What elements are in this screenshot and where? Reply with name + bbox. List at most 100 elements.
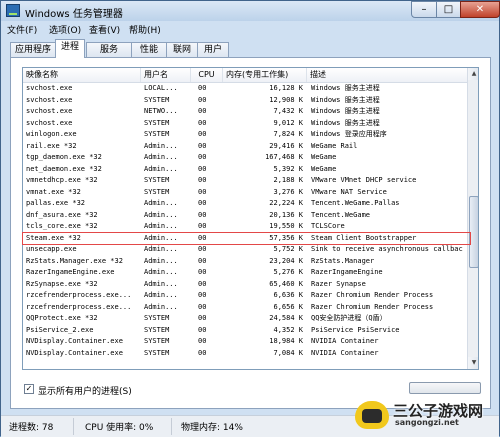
process-row[interactable]: RzSynapse.exe *32 Admin... 00 65,460 K Razer… [23,279,467,291]
process-description: TCLSCore [311,222,345,230]
close-button[interactable]: ✕ [460,1,500,18]
process-row[interactable]: tgp_daemon.exe *32 Admin... 00 167,468 K WeG… [23,152,467,164]
column-header-row: 映像名称 用户名 CPU 内存(专用工作集) 描述 [23,68,467,83]
process-description: VMware NAT Service [311,187,387,196]
process-image-name: QQProtect.exe *32 [26,314,98,322]
tab-services[interactable]: 服务 [86,42,132,57]
process-memory: 20,136 K [269,210,303,219]
process-row[interactable]: RazerIngameEngine.exe Admin... 00 5,276 K Ra… [23,267,467,279]
watermark-url: sangongzi.net [395,418,459,427]
process-memory: 4,352 K [273,325,303,334]
process-description: Razer Synapse [311,279,366,288]
process-row[interactable]: QQProtect.exe *32 SYSTEM 00 24,584 K QQ安全防护进… [23,313,467,325]
watermark: 三公子游戏网 sangongzi.net [355,397,495,433]
end-process-button[interactable] [409,382,481,394]
menu-help[interactable]: 帮助(H) [129,23,161,36]
process-row[interactable]: PsiService_2.exe SYSTEM 00 4,352 K PsiServic… [23,325,467,337]
process-row[interactable]: vmnetdhcp.exe *32 SYSTEM 00 2,188 K VMware V… [23,175,467,187]
process-row[interactable]: dnf_asura.exe *32 Admin... 00 20,136 K Tence… [23,210,467,222]
process-user-name: Admin... [144,302,178,311]
column-memory[interactable]: 内存(专用工作集) [223,68,307,82]
process-user-name: SYSTEM [144,187,170,196]
show-all-users-label[interactable]: 显示所有用户的进程(S) [38,384,132,397]
column-description[interactable]: 描述 [307,68,467,82]
process-cpu: 00 [198,256,207,265]
process-image-name: winlogon.exe [26,130,77,138]
process-row[interactable]: svchost.exe LOCAL... 00 16,128 K Windows 服务主… [23,83,467,95]
process-row[interactable]: svchost.exe SYSTEM 00 12,908 K Windows 服务主进程 [23,95,467,107]
process-memory: 167,468 K [265,153,303,161]
process-memory: 12,908 K [269,95,303,104]
tab-networking[interactable]: 联网 [166,42,198,57]
process-row[interactable]: net_daemon.exe *32 Admin... 00 5,392 K WeGam… [23,164,467,176]
process-row[interactable]: unsecapp.exe Admin... 00 5,752 K Sink to rec… [23,244,467,256]
process-cpu: 00 [198,245,207,253]
status-process-count: 进程数: 78 [9,423,54,433]
process-memory: 7,824 K [273,130,303,138]
process-list[interactable]: 映像名称 用户名 CPU 内存(专用工作集) 描述 svchost.exe LOC… [22,67,479,370]
column-cpu[interactable]: CPU [191,68,223,82]
process-user-name: Admin... [144,222,178,230]
process-cpu: 00 [198,210,207,219]
tab-applications[interactable]: 应用程序 [10,42,56,57]
process-row[interactable]: rzcefrenderprocess.exe... Admin... 00 6,656… [23,302,467,314]
process-user-name: Admin... [144,245,178,253]
process-row[interactable]: rzcefrenderprocess.exe... Admin... 00 6,636… [23,290,467,302]
window-title: Windows 任务管理器 [25,9,123,20]
process-row[interactable]: tcls_core.exe *32 Admin... 00 19,550 K TCLSC… [23,221,467,233]
process-memory: 6,636 K [273,291,303,299]
process-image-name: unsecapp.exe [26,245,77,253]
process-memory: 7,084 K [273,348,303,357]
gamepad-logo-icon [355,401,389,429]
title-bar[interactable]: Windows 任务管理器 – □ ✕ [1,1,500,21]
process-description: Razer Chromium Render Process [311,302,434,311]
process-row[interactable]: vmnat.exe *32 SYSTEM 00 3,276 K VMware NAT S… [23,187,467,199]
process-user-name: SYSTEM [144,176,170,184]
menu-view[interactable]: 查看(V) [89,23,120,36]
menu-options[interactable]: 选项(O) [49,23,81,36]
process-memory: 18,984 K [269,337,303,345]
process-row[interactable]: NVDisplay.Container.exe SYSTEM 00 7,084 K NV… [23,348,467,360]
process-row[interactable]: NVDisplay.Container.exe SYSTEM 00 18,984 K N… [23,336,467,348]
scroll-down-icon[interactable]: ▼ [468,357,478,369]
process-row[interactable]: rail.exe *32 Admin... 00 29,416 K WeGame Rai… [23,141,467,153]
scroll-up-icon[interactable]: ▲ [468,68,478,80]
process-image-name: rzcefrenderprocess.exe... [26,291,132,299]
vertical-scrollbar[interactable]: ▲ ▼ [467,68,478,369]
process-user-name: LOCAL... [144,84,178,92]
process-image-name: rail.exe *32 [26,141,77,150]
process-cpu: 00 [198,187,207,196]
process-image-name: tcls_core.exe *32 [26,222,98,230]
process-user-name: Admin... [144,210,178,219]
process-description: Windows 服务主进程 [311,118,380,127]
process-image-name: pallas.exe *32 [26,199,86,207]
process-user-name: Admin... [144,141,178,150]
maximize-button[interactable]: □ [436,1,461,18]
process-row[interactable]: RzStats.Manager.exe *32 Admin... 00 23,204 … [23,256,467,268]
status-separator [73,418,74,435]
process-user-name: Admin... [144,199,178,207]
process-cpu: 00 [198,279,207,288]
process-row[interactable]: winlogon.exe SYSTEM 00 7,824 K Windows 登录应用程… [23,129,467,141]
process-description: NVIDIA Container [311,337,379,345]
process-user-name: Admin... [144,291,178,299]
minimize-button[interactable]: – [411,1,437,18]
menu-file[interactable]: 文件(F) [7,23,37,36]
tab-performance[interactable]: 性能 [131,42,167,57]
process-memory: 3,276 K [273,187,303,196]
process-row[interactable]: pallas.exe *32 Admin... 00 22,224 K Tencent.… [23,198,467,210]
process-row[interactable]: svchost.exe SYSTEM 00 9,012 K Windows 服务主进程 [23,118,467,130]
process-row[interactable]: svchost.exe NETWO... 00 7,432 K Windows 服务主进… [23,106,467,118]
show-all-users-checkbox[interactable]: ✓ [24,384,34,394]
process-memory: 23,204 K [269,256,303,265]
process-cpu: 00 [198,337,207,345]
process-cpu: 00 [198,291,207,299]
tab-users[interactable]: 用户 [197,42,229,57]
tab-processes[interactable]: 进程 [55,39,85,58]
process-memory: 5,392 K [273,164,303,173]
process-image-name: svchost.exe [26,84,73,92]
process-image-name: RzStats.Manager.exe *32 [26,256,123,265]
column-image-name[interactable]: 映像名称 [23,68,141,82]
process-image-name: vmnat.exe *32 [26,187,81,196]
column-user-name[interactable]: 用户名 [141,68,191,82]
